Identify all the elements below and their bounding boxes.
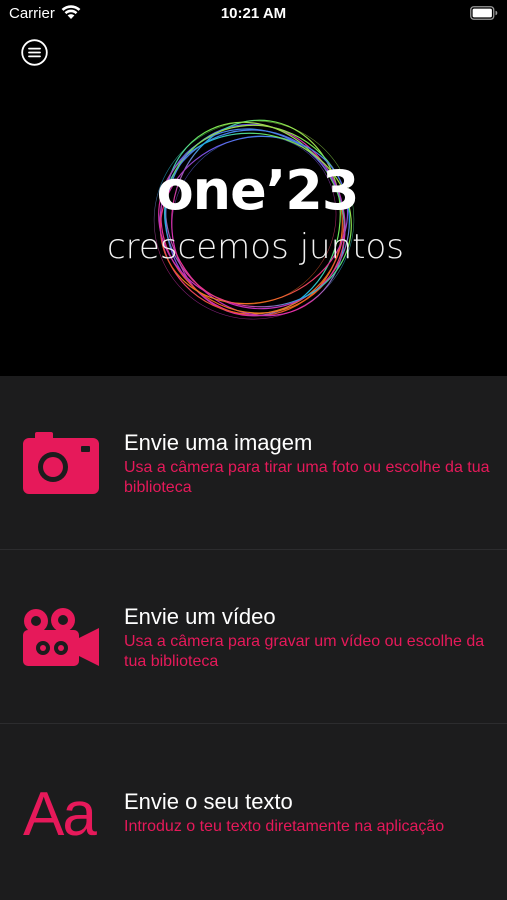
option-title: Envie uma imagem	[124, 430, 313, 455]
camera-icon	[23, 432, 99, 494]
logo-title: one’23	[156, 159, 360, 222]
menu-button[interactable]	[21, 39, 48, 66]
status-time: 10:21 AM	[220, 5, 287, 22]
text-icon: Aa	[23, 780, 97, 849]
option-title: Envie um vídeo	[124, 604, 276, 629]
option-description: Usa a câmera para gravar um vídeo ou esc…	[124, 633, 485, 670]
option-title: Envie o seu texto	[124, 789, 293, 814]
option-description: Usa a câmera para tirar uma foto ou esco…	[124, 459, 490, 496]
status-bar: Carrier 10:21 AM	[0, 0, 507, 30]
send-image-option[interactable]: Envie uma imagem Usa a câmera para tirar…	[0, 376, 507, 550]
options-list: Envie uma imagem Usa a câmera para tirar…	[0, 376, 507, 900]
send-text-option[interactable]: Aa Envie o seu texto Introduz o teu text…	[0, 724, 507, 898]
option-description: Introduz o teu texto diretamente na apli…	[124, 818, 445, 835]
hero-banner: one’23 crescemos juntos	[0, 30, 507, 376]
send-video-option[interactable]: Envie um vídeo Usa a câmera para gravar …	[0, 550, 507, 724]
battery-icon	[470, 6, 498, 20]
logo-subtitle: crescemos juntos	[106, 227, 404, 267]
video-camera-icon	[23, 608, 99, 666]
